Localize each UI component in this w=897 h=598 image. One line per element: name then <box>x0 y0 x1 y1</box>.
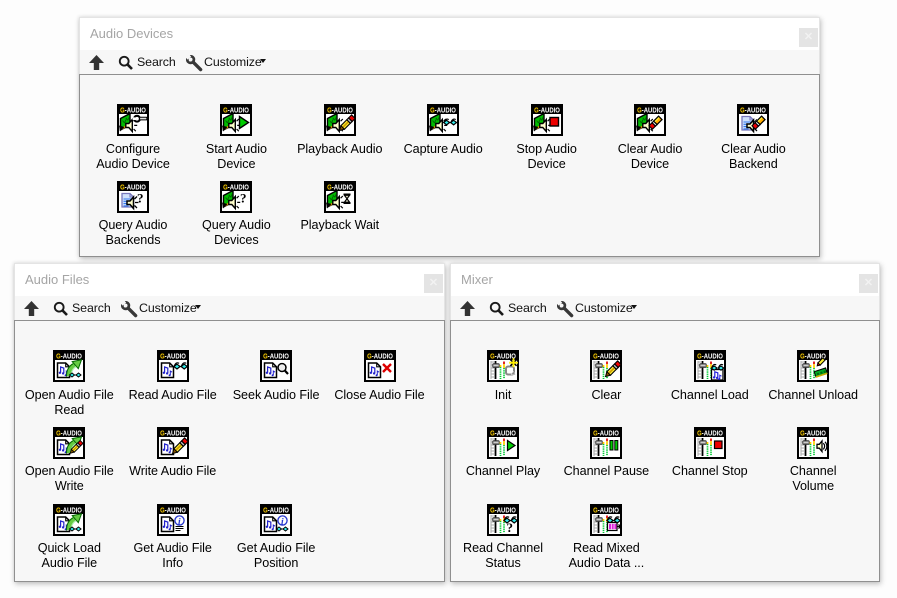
svg-text:?: ? <box>507 520 514 535</box>
svg-text:G-AUDIO: G-AUDIO <box>490 428 516 437</box>
svg-text:G-AUDIO: G-AUDIO <box>697 428 723 437</box>
svg-text:G-AUDIO: G-AUDIO <box>120 106 146 115</box>
svg-text:G-AUDIO: G-AUDIO <box>263 352 289 361</box>
svg-text:G-AUDIO: G-AUDIO <box>430 106 456 115</box>
svg-text:G-AUDIO: G-AUDIO <box>160 505 186 514</box>
svg-text:G-AUDIO: G-AUDIO <box>740 106 766 115</box>
svg-text:G-AUDIO: G-AUDIO <box>593 505 619 514</box>
svg-text:G-AUDIO: G-AUDIO <box>263 505 289 514</box>
svg-text:G-AUDIO: G-AUDIO <box>593 428 619 437</box>
svg-text:G-AUDIO: G-AUDIO <box>697 352 723 361</box>
svg-text:G-AUDIO: G-AUDIO <box>327 182 353 191</box>
svg-text:G-AUDIO: G-AUDIO <box>534 106 560 115</box>
svg-text:G-AUDIO: G-AUDIO <box>800 428 826 437</box>
svg-text:?: ? <box>137 190 144 205</box>
svg-text:G-AUDIO: G-AUDIO <box>327 106 353 115</box>
svg-text:G-AUDIO: G-AUDIO <box>160 352 186 361</box>
svg-text:G-AUDIO: G-AUDIO <box>490 505 516 514</box>
svg-text:G-AUDIO: G-AUDIO <box>223 106 249 115</box>
svg-text:G-AUDIO: G-AUDIO <box>56 428 82 437</box>
svg-text:G-AUDIO: G-AUDIO <box>593 352 619 361</box>
svg-text:G-AUDIO: G-AUDIO <box>367 352 393 361</box>
svg-text:i: i <box>281 517 284 527</box>
svg-text:G-AUDIO: G-AUDIO <box>637 106 663 115</box>
svg-text:G-AUDIO: G-AUDIO <box>56 505 82 514</box>
svg-text:G-AUDIO: G-AUDIO <box>490 352 516 361</box>
svg-text:?: ? <box>240 190 247 205</box>
svg-text:G-AUDIO: G-AUDIO <box>160 428 186 437</box>
svg-text:G-AUDIO: G-AUDIO <box>56 352 82 361</box>
